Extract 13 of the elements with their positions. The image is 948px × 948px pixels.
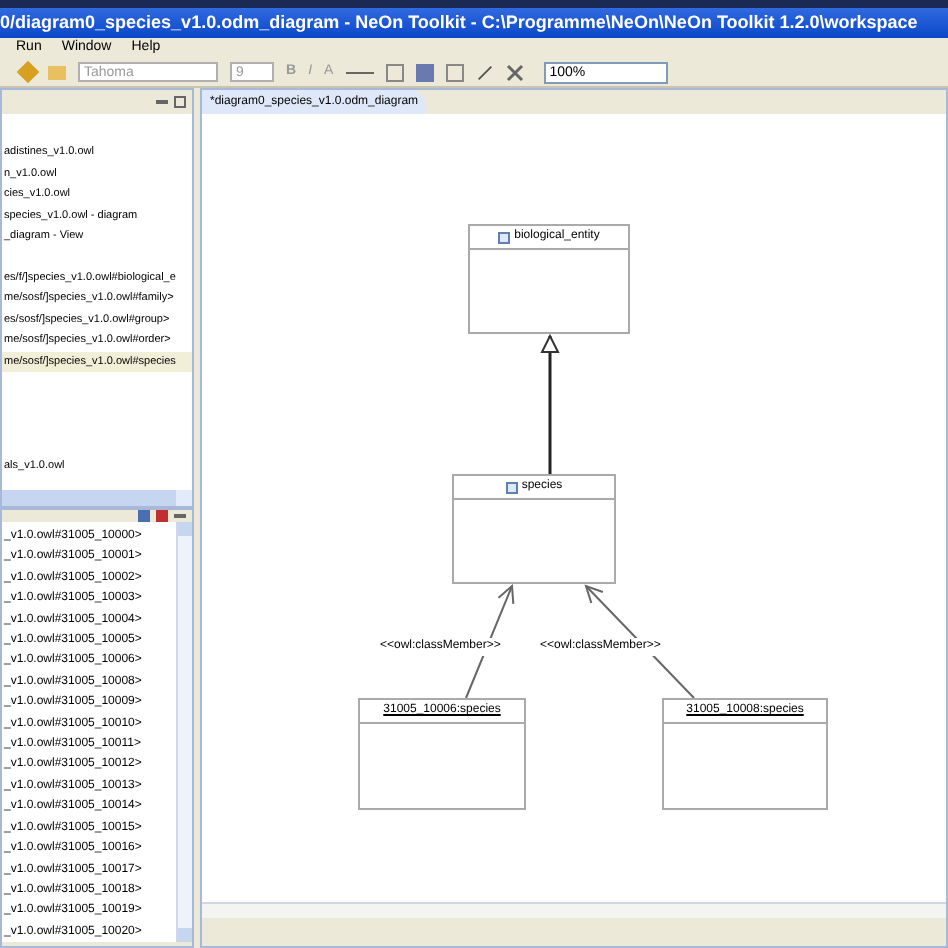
- folder-icon[interactable]: [48, 65, 66, 79]
- scroll-right-icon[interactable]: [176, 490, 192, 506]
- delete-icon[interactable]: [505, 63, 524, 81]
- line-style-icon[interactable]: [345, 71, 374, 73]
- generalization-arrow: [540, 333, 560, 474]
- minimize-icon[interactable]: [174, 514, 186, 518]
- maximize-icon[interactable]: [174, 96, 186, 108]
- scrollbar[interactable]: [176, 522, 192, 943]
- minimize-icon[interactable]: [156, 100, 168, 104]
- title-bar: 0/diagram0_species_v1.0.odm_diagram - NeOn Toolkit - C:\Programme\NeOn\NeOn Toolkit 1.2.0\workspace: [0, 8, 948, 38]
- class-icon: [498, 231, 511, 243]
- scrollbar[interactable]: [202, 902, 946, 918]
- class-icon: [505, 481, 518, 493]
